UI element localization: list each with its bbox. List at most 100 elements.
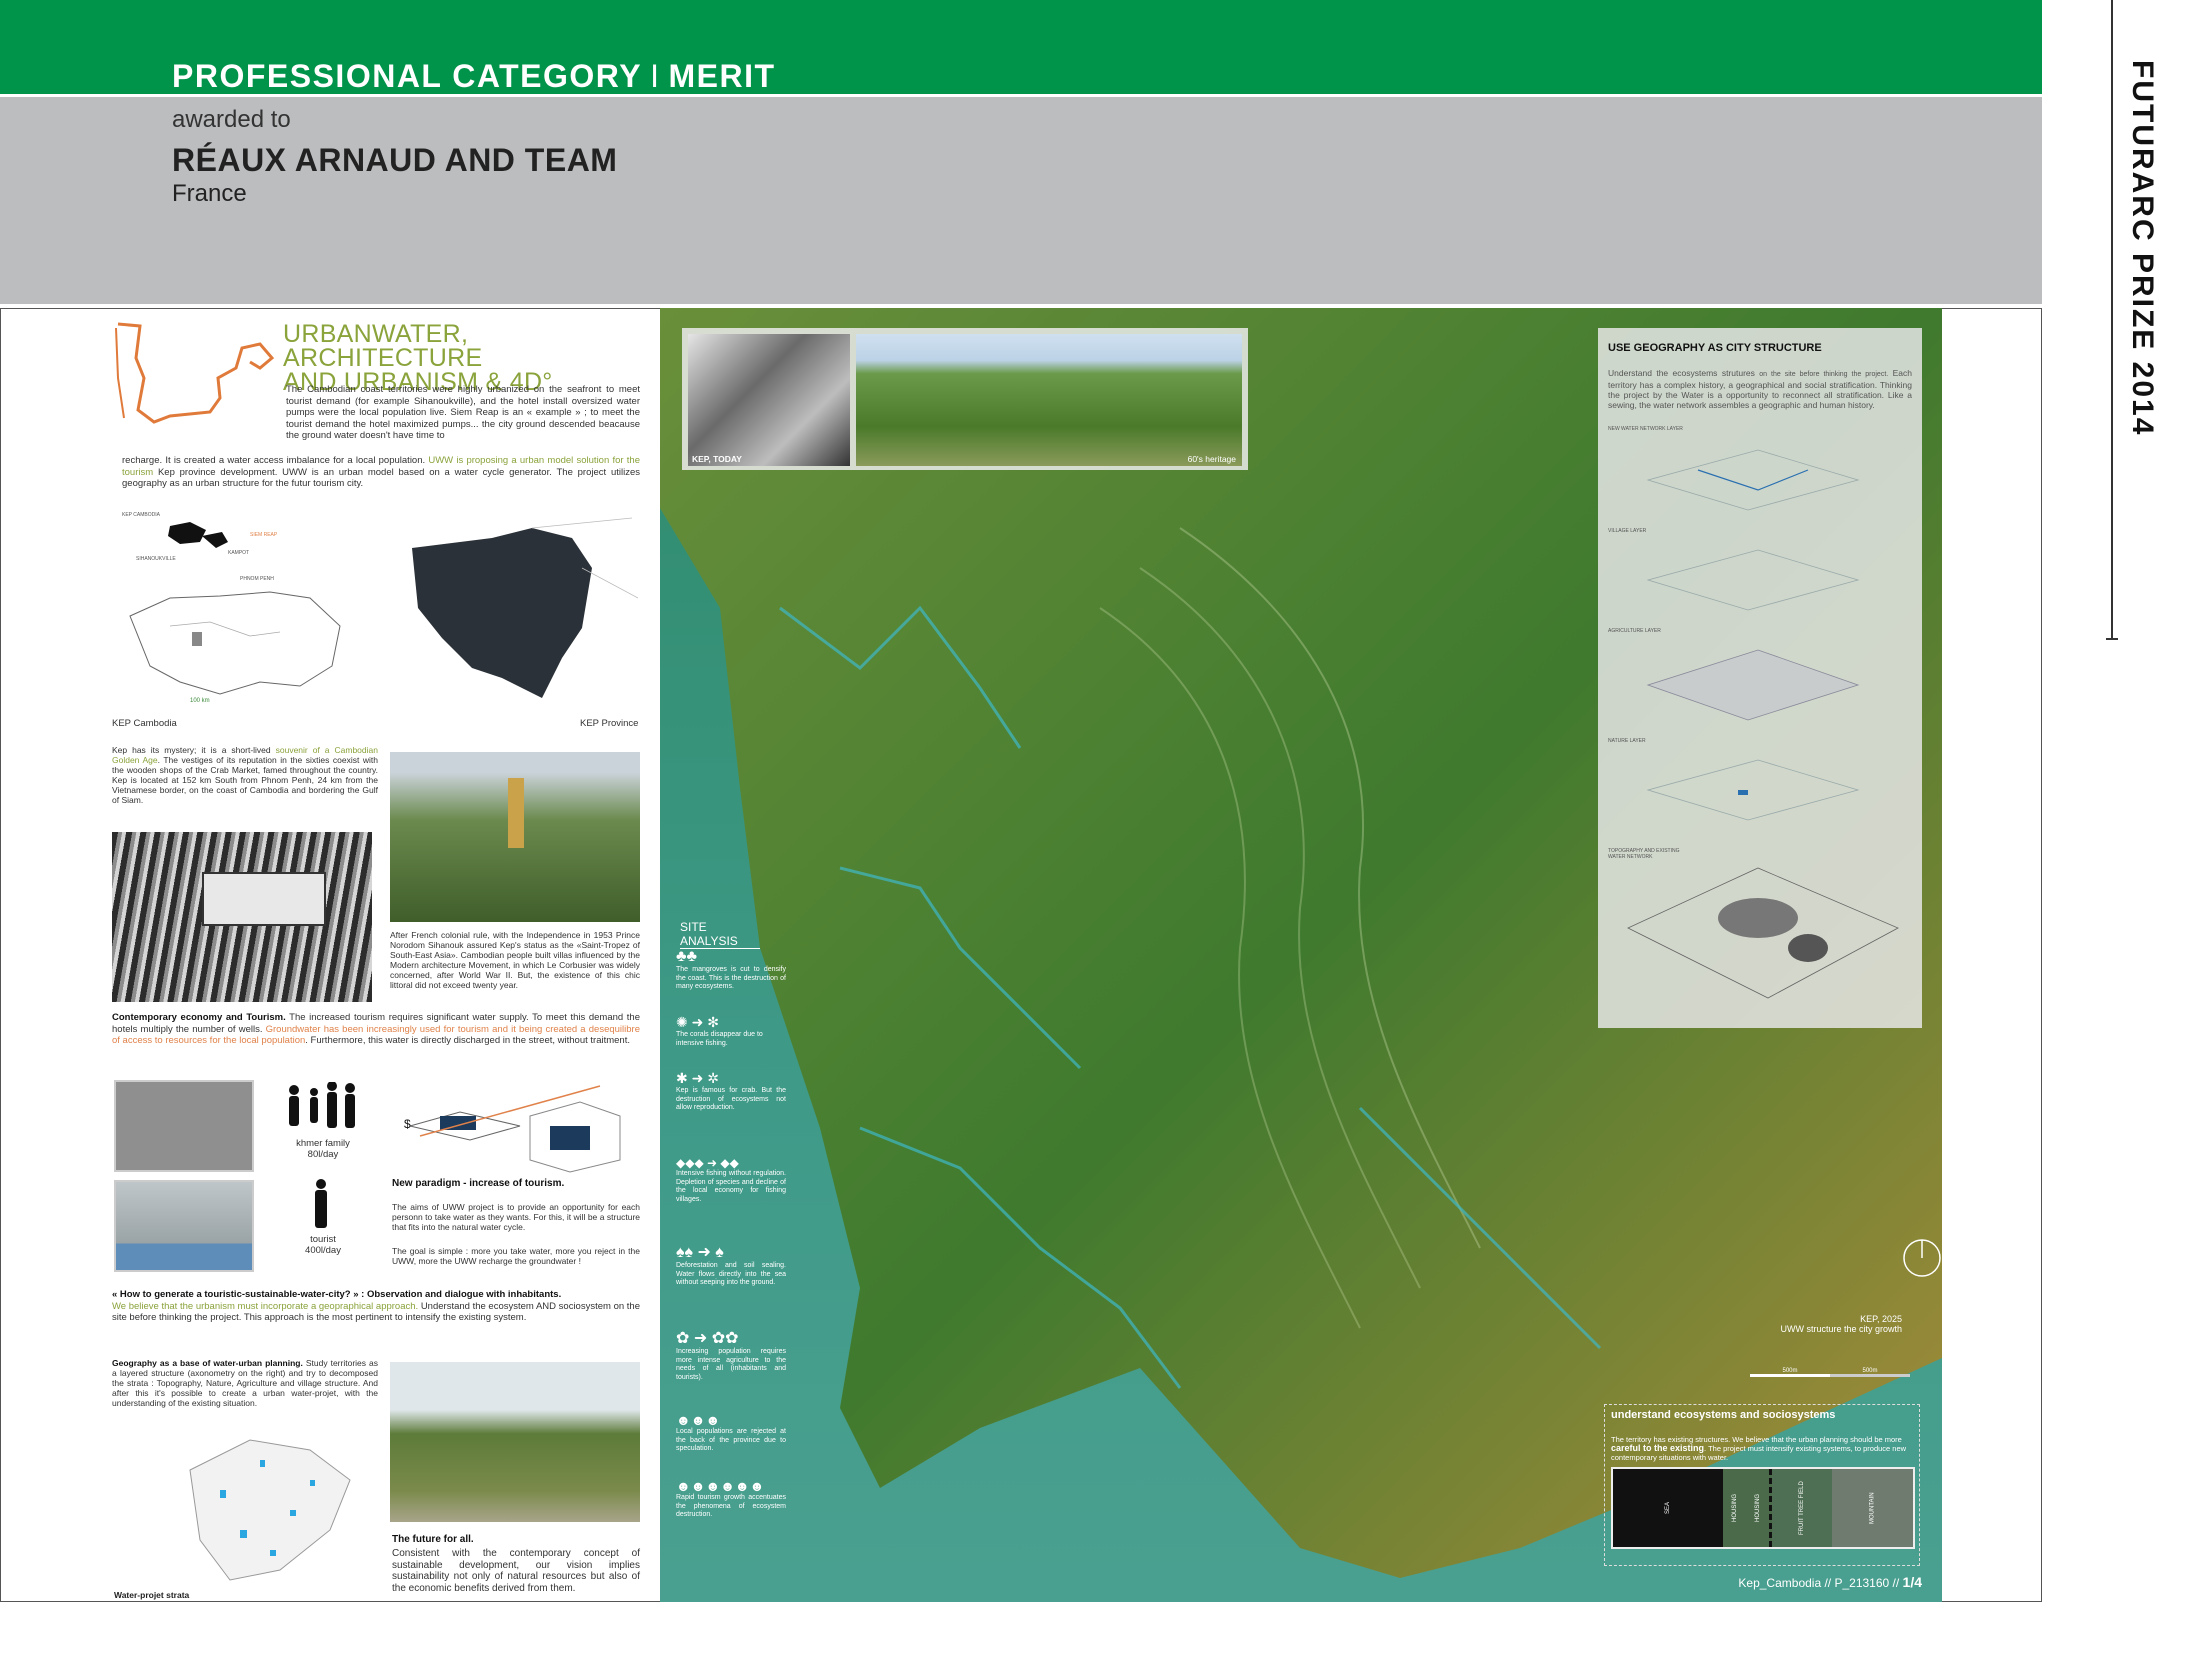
kep-2025-subtitle: UWW structure the city growth [1780, 1324, 1902, 1334]
award-category: PROFESSIONAL CATEGORY I MERIT [172, 58, 776, 95]
kep-today-photo: KEP, TODAY [688, 334, 850, 466]
side-title: FUTURARC PRIZE 2014 [2126, 60, 2159, 437]
strip-housing-2: HOUSING [1747, 1469, 1772, 1547]
site-item-text: Local populations are rejected at the ba… [676, 1428, 786, 1452]
howto-title: « How to generate a touristic-sustainabl… [112, 1289, 562, 1300]
board-reference-text: Kep_Cambodia // P_213160 // [1738, 1576, 1903, 1590]
water-layer-diagram [1646, 449, 1860, 511]
intro-paragraph-b: recharge. It is created a water access i… [122, 455, 640, 490]
scale-label-a: 500m [1782, 1368, 1798, 1374]
mangrove-icon: ♣♣ [676, 948, 697, 965]
heritage-label: 60's heritage [1187, 454, 1236, 464]
site-item-text: The corals disappear due to intensive fi… [676, 1031, 763, 1047]
tourist-icon [315, 1179, 327, 1228]
layer-label-agriculture: AGRICULTURE LAYER [1608, 628, 1661, 634]
board-reference: Kep_Cambodia // P_213160 // 1/4 [1738, 1574, 1922, 1590]
colonial-paragraph: After French colonial rule, with the Ind… [390, 930, 640, 990]
geography-title: Geography as a base of water-urban plann… [112, 1358, 303, 1368]
future-text: Consistent with the contemporary concept… [392, 1548, 640, 1594]
howto-highlight: We believe that the urbanism must incorp… [112, 1300, 419, 1312]
map-label-siem-reap: SIEM REAP [250, 532, 278, 538]
kep-today-label: KEP, TODAY [692, 454, 742, 464]
ecosystems-text-bold: careful to the existing [1611, 1443, 1705, 1453]
geography-paragraph: Geography as a base of water-urban plann… [112, 1358, 378, 1408]
site-item-agriculture: ✿ ➜ ✿✿ Increasing population requires mor… [676, 1328, 786, 1412]
khmer-family-rate: 80l/day [307, 1149, 339, 1160]
site-item-crab: ✱ ➜ ✲ Kep is famous for crab. But the des… [676, 1070, 786, 1156]
tourist-label: tourist 400l/day [296, 1234, 350, 1256]
geography-box-title: USE GEOGRAPHY AS CITY STRUCTURE [1608, 342, 1822, 354]
intro-paragraph-a: The Cambodian coast territories were hig… [286, 384, 640, 441]
site-item-corals: ✺ ➜ ✻ The corals disappear due to intensi… [676, 1014, 786, 1070]
transect-strip: SEA HOUSING HOUSING FRUIT TREE FIELD MOU… [1611, 1467, 1915, 1549]
ecosystems-box: understand ecosystems and sociosystems T… [1604, 1404, 1920, 1566]
north-arrow-icon [1903, 1239, 1941, 1277]
kep-2025-title: KEP, 2025 [1860, 1314, 1902, 1324]
layer-label-nature: NATURE LAYER [1608, 738, 1646, 744]
scale-bar [1750, 1374, 1910, 1377]
caption-kep-province: KEP Province [580, 718, 639, 729]
site-item-text: Deforestation and soil sealing. Water fl… [676, 1262, 786, 1286]
tourist-rate: 400l/day [305, 1245, 341, 1256]
intro-text-b: recharge. It is created a water access i… [122, 455, 429, 466]
future-title: The future for all. [392, 1534, 474, 1545]
site-item-deforestation: ♠♠ ➜ ♠ Deforestation and soil sealing. Wa… [676, 1242, 786, 1328]
scale-label-b: 500m [1862, 1368, 1878, 1374]
winner-country: France [172, 180, 247, 207]
site-aerial-map: KEP, TODAY 60's heritage USE GEOGRAPHY A… [660, 308, 1942, 1602]
geography-box-text-a: Understand the ecosystems strutures [1608, 368, 1760, 378]
site-item-tourism: ☻☻☻☻☻☻ Rapid tourism growth accentuates t… [676, 1478, 786, 1544]
economy-paragraph: Contemporary economy and Tourism. The in… [112, 1012, 640, 1047]
map-scale-label: 100 km [190, 698, 210, 704]
awarded-to-label: awarded to [172, 106, 291, 133]
site-analysis-title: SITE ANALYSIS [680, 920, 760, 949]
ecosystems-text: The territory has existing structures. W… [1611, 1435, 1911, 1462]
howto-paragraph: « How to generate a touristic-sustainabl… [112, 1289, 640, 1324]
agriculture-layer-diagram [1646, 649, 1860, 721]
layer-label-water: NEW WATER NETWORK LAYER [1608, 426, 1683, 432]
mystery-text-a: Kep has its mystery; it is a short-lived [112, 745, 276, 755]
strip-fruit-tree-field: FRUIT TREE FIELD [1772, 1469, 1832, 1547]
paradigm-text-b: The goal is simple : more you take water… [392, 1246, 640, 1266]
heritage-photo: 60's heritage [856, 334, 1242, 466]
strata-caption: Water-projet strata [114, 1590, 190, 1600]
crowd-icon: ☻☻☻☻☻☻ [676, 1478, 765, 1494]
kep-outline-sketch [115, 322, 275, 424]
nature-layer-diagram [1646, 759, 1860, 821]
intro-text-c: Kep province development. UWW is an urba… [122, 466, 640, 490]
ecosystems-title: understand ecosystems and sociosystems [1611, 1409, 1836, 1421]
crab-icon: ✱ ➜ ✲ [676, 1070, 719, 1086]
category-label: PROFESSIONAL CATEGORY [172, 58, 643, 94]
villa-ruin [202, 872, 326, 926]
village-layer-diagram [1646, 549, 1860, 611]
winner-name: RÉAUX ARNAUD AND TEAM [172, 142, 618, 178]
temple-photo [390, 752, 640, 922]
site-item-mangroves: ♣♣ The mangroves is cut to densify the co… [676, 948, 786, 1014]
title-line-1: URBANWATER, ARCHITECTURE [283, 320, 483, 372]
site-item-text: Intensive fishing without regulation. De… [676, 1170, 786, 1203]
site-item-text: Rapid tourism growth accentuates the phe… [676, 1494, 786, 1518]
topography-layer-diagram [1627, 867, 1899, 999]
fish-icon: ◆◆◆ ➜ ◆◆ [676, 1156, 739, 1170]
old-hotel-photo [114, 1080, 254, 1172]
dollar-glyph: $ [404, 1117, 411, 1131]
palm-tree-icon: ♠♠ ➜ ♠ [676, 1244, 724, 1261]
strip-housing-1: HOUSING [1723, 1469, 1747, 1547]
cambodia-location-map: KEP CAMBODIA SIHANOUKVILLE PHNOM PENH KA… [122, 512, 341, 704]
site-item-fishing: ◆◆◆ ➜ ◆◆ Intensive fishing without regula… [676, 1156, 786, 1242]
coral-icon: ✺ ➜ ✻ [676, 1014, 719, 1030]
strip-sea: SEA [1613, 1469, 1723, 1547]
layer-label-village: VILLAGE LAYER [1608, 528, 1647, 534]
site-item-text: The mangroves is cut to densify the coas… [676, 966, 786, 990]
paradigm-text-a: The aims of UWW project is to provide an… [392, 1202, 640, 1232]
map-label-phnom-penh: PHNOM PENH [240, 576, 274, 582]
geography-box-text-small: on the site before thinking the project. [1759, 371, 1889, 378]
geography-box-text: Understand the ecosystems strutures on t… [1608, 368, 1912, 410]
site-item-population: ☻☻☻ Local populations are rejected at the… [676, 1412, 786, 1478]
mystery-paragraph: Kep has its mystery; it is a short-lived… [112, 745, 378, 805]
paradigm-title: New paradigm - increase of tourism. [392, 1178, 565, 1189]
map-label-kampot: KAMPOT [228, 550, 249, 556]
water-cycle-diagram: $ [404, 1085, 621, 1173]
modern-hotel-photo [114, 1180, 254, 1272]
khmer-family-text: khmer family [296, 1138, 350, 1149]
